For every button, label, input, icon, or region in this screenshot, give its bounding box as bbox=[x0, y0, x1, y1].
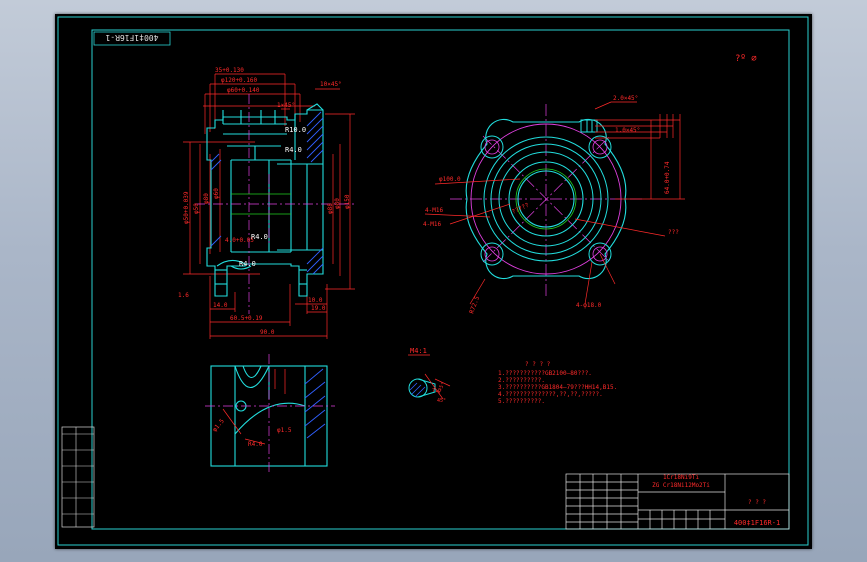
svg-text:φ88: φ88 bbox=[327, 203, 334, 214]
svg-text:φ1.5: φ1.5 bbox=[277, 427, 292, 434]
cad-drawing: 400‡1F16R-1 ?º ∅ 35+0.130 φ120+0.160 φ60… bbox=[57, 16, 809, 546]
roughness-corner-mark: ?º ∅ bbox=[735, 54, 757, 64]
flange-end-view bbox=[424, 101, 685, 305]
drawing-number: 400‡1F16R-1 bbox=[734, 519, 780, 527]
svg-text:φ50: φ50 bbox=[193, 203, 200, 214]
company-name: ? ? ? bbox=[748, 499, 766, 506]
svg-text:1.0×45°: 1.0×45° bbox=[615, 127, 640, 134]
main-view-dim-labels: 35+0.130 φ120+0.160 φ60+0.140 10×45° 1×4… bbox=[178, 67, 351, 336]
inner-frame bbox=[91, 29, 790, 530]
detail-view: M4:1 7.0 3.5° 45° bbox=[408, 347, 451, 404]
svg-text:???: ??? bbox=[668, 229, 679, 236]
note-line: 3.??????????GB1804—79???HH14,B15. bbox=[498, 384, 617, 391]
svg-text:φ1.5: φ1.5 bbox=[211, 417, 226, 433]
svg-text:19.0: 19.0 bbox=[311, 305, 326, 312]
flange-dim-labels: 2.0×45° 1.0×45° 64.0+0.74 φ100.0 R72.5 4… bbox=[423, 95, 679, 315]
drawing-sheet: 400‡1F16R-1 ?º ∅ 35+0.130 φ120+0.160 φ60… bbox=[55, 14, 812, 549]
svg-text:4.0+0.05: 4.0+0.05 bbox=[225, 237, 254, 244]
svg-text:R4.0: R4.0 bbox=[248, 441, 263, 448]
svg-text:φ80: φ80 bbox=[203, 193, 210, 204]
revision-blocks bbox=[61, 426, 95, 528]
svg-text:1×45°: 1×45° bbox=[277, 102, 295, 109]
svg-text:4-M16: 4-M16 bbox=[423, 221, 441, 228]
svg-text:φ80: φ80 bbox=[334, 198, 341, 209]
svg-text:35+0.130: 35+0.130 bbox=[215, 67, 244, 74]
svg-text:4-φ18.0: 4-φ18.0 bbox=[576, 302, 602, 309]
svg-text:R4.0: R4.0 bbox=[285, 146, 302, 154]
note-line: 2.??????????. bbox=[498, 377, 545, 384]
svg-text:90.0: 90.0 bbox=[260, 329, 275, 336]
svg-text:10.0: 10.0 bbox=[308, 297, 323, 304]
svg-text:14.0: 14.0 bbox=[213, 302, 228, 309]
svg-text:1.6: 1.6 bbox=[178, 292, 189, 299]
lower-view bbox=[205, 354, 335, 474]
note-line: 1.???????????GB2100—80???. bbox=[498, 370, 592, 377]
svg-text:φ120+0.160: φ120+0.160 bbox=[221, 77, 258, 84]
svg-text:60.5+0.19: 60.5+0.19 bbox=[230, 315, 263, 322]
code-stamp: 400‡1F16R-1 bbox=[105, 33, 158, 42]
material-line-1: 1Cr18Ni9Ti bbox=[663, 474, 700, 481]
outer-frame bbox=[57, 16, 809, 546]
svg-text:R4.0: R4.0 bbox=[251, 233, 268, 241]
svg-text:R4.0: R4.0 bbox=[239, 260, 256, 268]
lower-view-labels: φ1.5 R4.0 φ1.5 bbox=[211, 417, 292, 448]
svg-text:φ50+0.039: φ50+0.039 bbox=[183, 191, 190, 224]
note-line: 5.??????????. bbox=[498, 398, 545, 405]
svg-text:R10.0: R10.0 bbox=[285, 126, 306, 134]
svg-text:φ60+0.140: φ60+0.140 bbox=[227, 87, 260, 94]
svg-text:2.0×45°: 2.0×45° bbox=[613, 95, 638, 102]
svg-text:45°: 45° bbox=[437, 398, 446, 404]
svg-text:R72.5: R72.5 bbox=[468, 295, 481, 315]
notes-title: ? ? ? ? bbox=[525, 361, 551, 368]
svg-text:φ150: φ150 bbox=[344, 194, 351, 209]
svg-text:φ60: φ60 bbox=[213, 188, 220, 199]
note-line: 4.??????????????,??,??,?????. bbox=[498, 391, 603, 398]
section-label: M4:1 bbox=[410, 347, 427, 355]
svg-text:?????: ????? bbox=[511, 202, 531, 216]
svg-text:φ100.0: φ100.0 bbox=[439, 176, 461, 183]
svg-text:10×45°: 10×45° bbox=[320, 81, 342, 88]
svg-text:64.0+0.74: 64.0+0.74 bbox=[664, 161, 671, 194]
svg-text:4-M16: 4-M16 bbox=[425, 207, 443, 214]
material-line-2: ZG Cr18Ni12Mo2Ti bbox=[652, 482, 710, 489]
technical-notes: ? ? ? ? 1.???????????GB2100—80???. 2.???… bbox=[498, 361, 617, 405]
